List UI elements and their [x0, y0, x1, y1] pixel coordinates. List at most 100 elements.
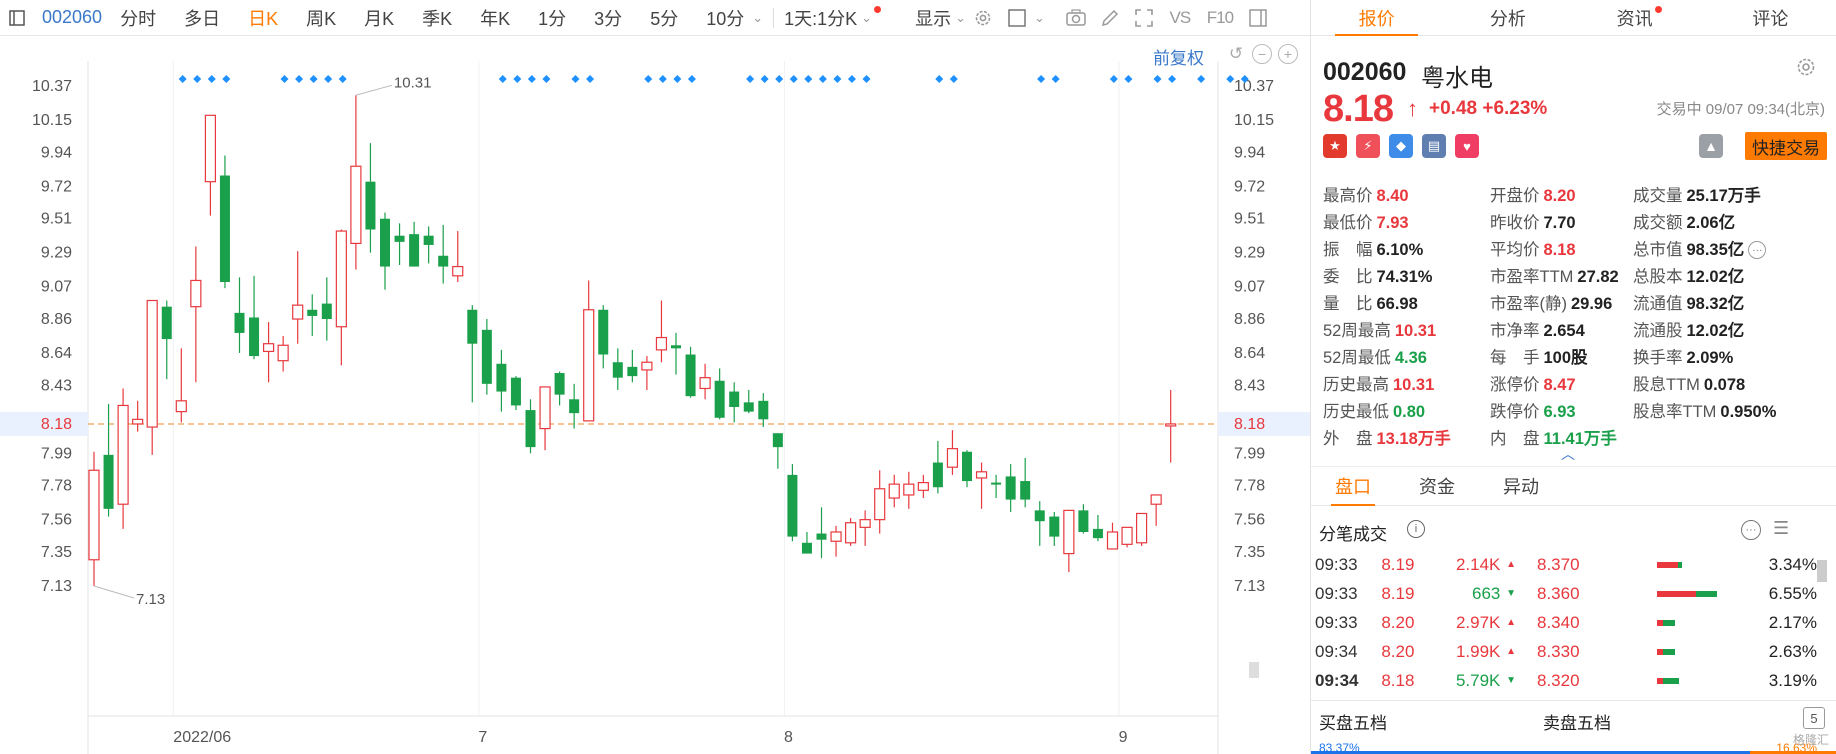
event-marker[interactable] [847, 75, 856, 83]
candle[interactable] [962, 450, 972, 488]
reset-icon[interactable]: ↺ [1226, 44, 1246, 64]
event-marker[interactable] [789, 75, 798, 83]
event-marker[interactable] [1109, 75, 1118, 83]
candle[interactable] [103, 403, 114, 517]
candle[interactable] [117, 388, 129, 529]
candle[interactable] [641, 356, 653, 391]
bookmark-icon[interactable]: ▤ [1422, 134, 1446, 158]
candle[interactable] [743, 390, 754, 414]
candle[interactable] [204, 114, 216, 216]
period-tab[interactable]: 周K [306, 0, 336, 35]
candle[interactable] [685, 346, 696, 398]
event-marker[interactable] [542, 75, 551, 83]
more-icon[interactable]: ··· [1748, 241, 1767, 260]
candle[interactable] [496, 349, 507, 412]
candle[interactable] [729, 382, 740, 423]
fullscreen-icon[interactable] [1131, 5, 1157, 31]
candle[interactable] [772, 433, 783, 469]
event-marker[interactable] [673, 75, 682, 83]
candle[interactable] [655, 300, 668, 363]
event-marker[interactable] [193, 75, 202, 83]
candle[interactable] [249, 275, 260, 360]
candle[interactable] [612, 348, 623, 391]
period-tab[interactable]: 1分 [538, 0, 566, 35]
candle[interactable] [219, 155, 230, 289]
candle[interactable] [1020, 457, 1031, 508]
candle[interactable] [598, 305, 609, 369]
panel-tab[interactable]: 资金 [1395, 467, 1479, 505]
tag-icon[interactable]: ◆ [1389, 134, 1413, 158]
event-marker[interactable] [658, 75, 667, 83]
candle[interactable] [161, 300, 172, 380]
candle[interactable] [801, 531, 812, 554]
period-dropdown[interactable]: ⌄ [752, 0, 763, 35]
candle[interactable] [510, 376, 521, 411]
candle[interactable] [1150, 494, 1162, 526]
period-tab[interactable]: 10分 [706, 0, 744, 35]
candle[interactable] [975, 462, 988, 509]
candle[interactable] [569, 383, 580, 429]
event-marker[interactable] [309, 75, 318, 83]
candle[interactable] [467, 305, 478, 403]
event-marker[interactable] [324, 75, 333, 83]
event-marker[interactable] [295, 75, 304, 83]
chart-scrollbar[interactable] [1249, 662, 1259, 678]
candle[interactable] [539, 386, 551, 451]
settings-gear-icon[interactable] [970, 5, 996, 31]
event-marker[interactable] [804, 75, 813, 83]
candle[interactable] [88, 451, 100, 586]
candle[interactable] [932, 440, 943, 494]
candle[interactable] [146, 299, 158, 455]
candle[interactable] [844, 518, 857, 546]
candle[interactable] [321, 277, 332, 341]
event-marker[interactable] [1197, 75, 1206, 83]
display-select[interactable]: 显示 ⌄ [915, 0, 966, 35]
event-marker[interactable] [498, 75, 507, 83]
zoom-in-icon[interactable]: + [1278, 44, 1298, 64]
kline-chart[interactable]: 2022/06 7 8 9 10.37 10.37 10.15 10.15 9.94 9.94 9.… [0, 36, 1310, 754]
candle[interactable] [714, 368, 725, 420]
period-tab[interactable]: 年K [480, 0, 510, 35]
candle[interactable] [1165, 390, 1177, 463]
candle[interactable] [554, 371, 565, 406]
range-select[interactable]: 1天:1分K ⌄ [784, 0, 882, 35]
event-marker[interactable] [746, 75, 755, 83]
candle[interactable] [525, 399, 536, 454]
candle[interactable] [1092, 515, 1103, 542]
period-tab[interactable]: 5分 [650, 0, 678, 35]
event-marker[interactable] [207, 75, 216, 83]
event-marker[interactable] [833, 75, 842, 83]
heart-icon[interactable]: ♥ [1455, 134, 1479, 158]
bell-icon[interactable]: ▲ [1699, 134, 1723, 158]
candle[interactable] [394, 223, 405, 266]
event-marker[interactable] [571, 75, 580, 83]
candle[interactable] [1078, 504, 1089, 534]
event-marker[interactable] [775, 75, 784, 83]
event-marker[interactable] [338, 75, 347, 83]
event-marker[interactable] [1051, 75, 1060, 83]
event-marker[interactable] [1168, 75, 1177, 83]
candle[interactable] [816, 507, 827, 559]
candle[interactable] [787, 464, 798, 542]
event-marker[interactable] [527, 75, 536, 83]
candle[interactable] [277, 336, 289, 372]
event-marker[interactable] [862, 75, 871, 83]
panel-tab[interactable]: 盘口 [1311, 467, 1395, 506]
chevron-down-icon[interactable]: ⌄ [1034, 0, 1045, 35]
candle[interactable] [234, 277, 245, 353]
candle[interactable] [365, 143, 376, 253]
event-marker[interactable] [644, 75, 653, 83]
quick-trade-button[interactable]: 快捷交易 [1745, 132, 1827, 160]
candle[interactable] [699, 363, 711, 400]
candle[interactable] [481, 319, 492, 395]
event-marker[interactable] [280, 75, 289, 83]
event-marker[interactable] [1124, 75, 1133, 83]
event-marker[interactable] [513, 75, 522, 83]
candle[interactable] [859, 510, 871, 546]
period-tab[interactable]: 月K [364, 0, 394, 35]
scrollbar[interactable] [1817, 560, 1827, 582]
adjust-mode-link[interactable]: 前复权 [1153, 44, 1204, 69]
candle[interactable] [1005, 464, 1016, 512]
event-marker[interactable] [687, 75, 696, 83]
candle[interactable] [917, 474, 929, 499]
